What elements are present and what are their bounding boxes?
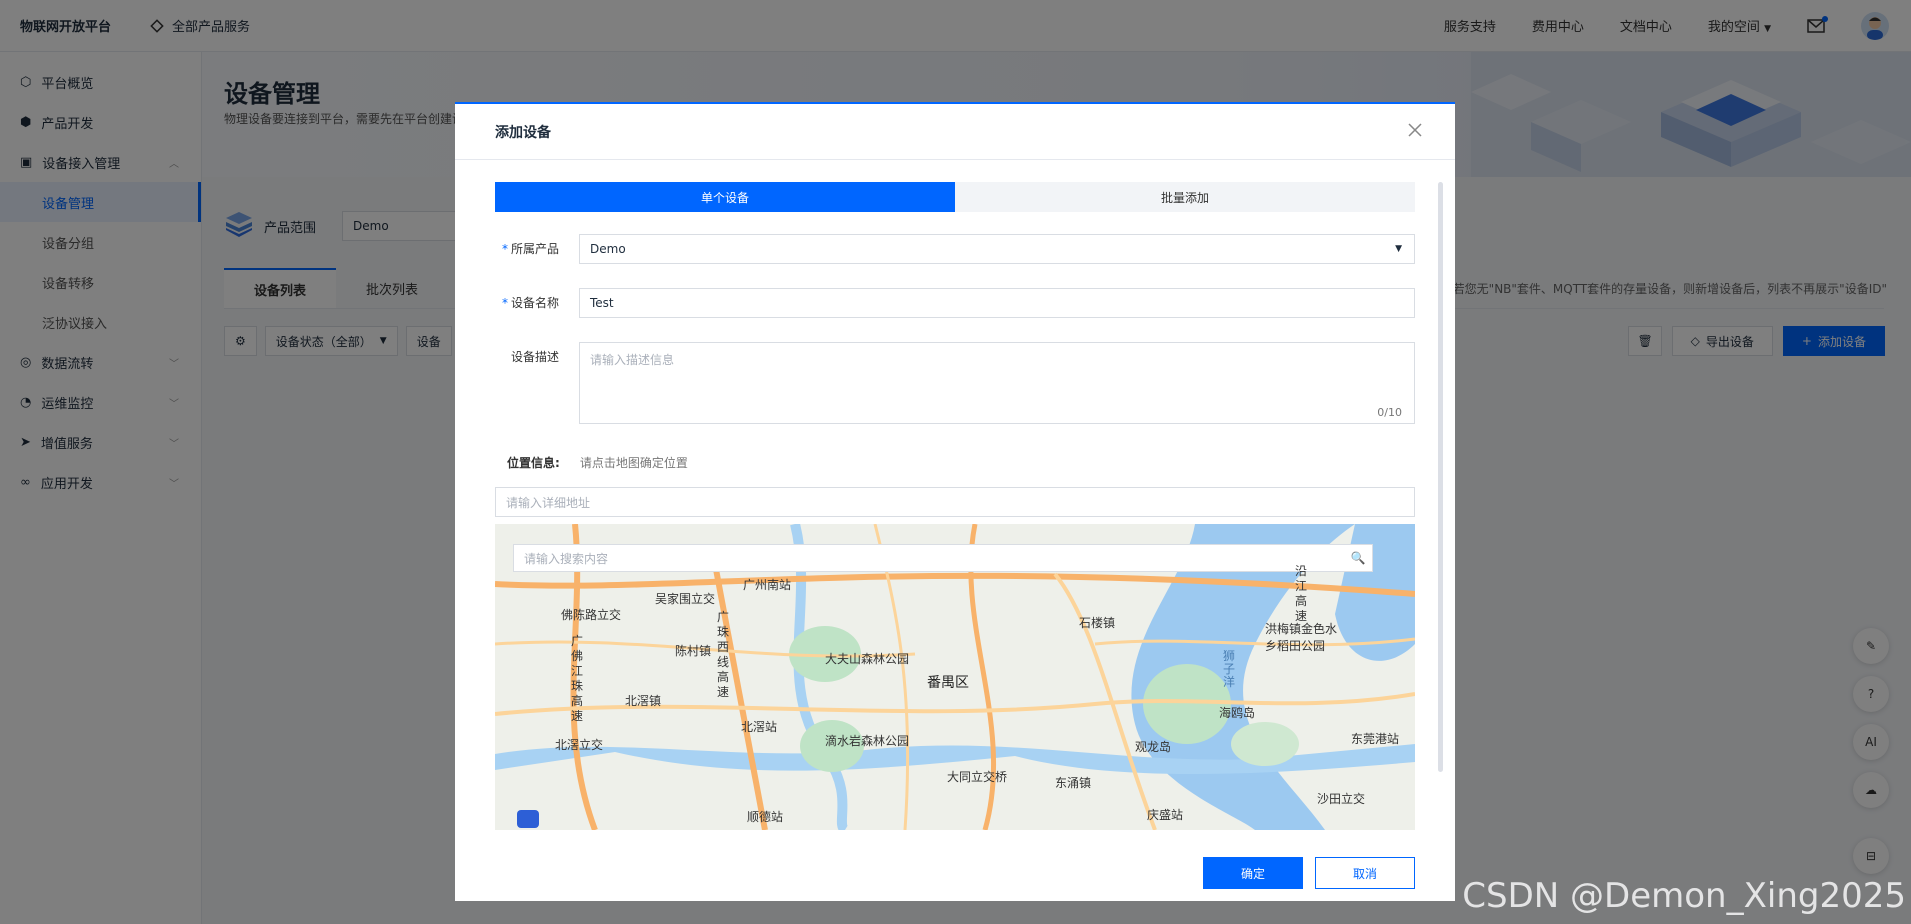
device-desc-textarea[interactable]: 请输入描述信息 0/10 [579, 342, 1415, 424]
map-label: 陈村镇 [675, 644, 712, 658]
watermark: CSDN @Demon_Xing2025 [1462, 876, 1906, 916]
dialog-footer: 确定 取消 [1203, 857, 1415, 889]
dialog-title: 添加设备 [495, 124, 551, 141]
cancel-button[interactable]: 取消 [1315, 857, 1415, 889]
map-label: 东涌镇 [1055, 776, 1092, 790]
product-select-value: Demo [590, 242, 626, 256]
confirm-button[interactable]: 确定 [1203, 857, 1303, 889]
map-label: 广佛江珠高速 [571, 634, 584, 723]
map-label: 滴水岩森林公园 [825, 734, 910, 748]
product-label: * 所属产品 [501, 242, 559, 256]
map-label: 顺德站 [747, 810, 784, 824]
location-hint: 请点击地图确定位置 [579, 456, 688, 470]
map-label: 狮子洋 [1223, 649, 1236, 689]
dialog-header: 添加设备 [455, 104, 1455, 160]
map-label: 庆盛站 [1147, 808, 1184, 822]
map-label: 大同立交桥 [947, 770, 1008, 784]
map-label: 吴家围立交 [655, 592, 716, 606]
dialog-scrollbar[interactable] [1438, 182, 1443, 772]
char-counter: 0/10 [1377, 406, 1402, 419]
map-label: 沙田立交 [1317, 792, 1366, 806]
location-row: 位置信息: 请点击地图确定位置 [495, 454, 688, 471]
product-select[interactable]: Demo ▼ [579, 234, 1415, 264]
map-label: 广州南站 [743, 578, 792, 592]
device-desc-label: 设备描述 [510, 350, 559, 364]
close-icon[interactable] [1407, 122, 1423, 142]
device-name-row: * 设备名称 Test [495, 288, 1415, 318]
map-label: 北滘镇 [625, 694, 662, 708]
tab-batch-add[interactable]: 批量添加 [955, 182, 1415, 212]
location-label: 位置信息: [507, 456, 560, 470]
add-mode-tabs: 单个设备 批量添加 [495, 182, 1415, 212]
device-name-label: * 设备名称 [501, 296, 559, 310]
location-map[interactable]: 请输入搜索内容 🔍 广州南站 吴家围立交 佛陈路立交 陈村镇 大夫山森林公园 番… [495, 524, 1415, 830]
map-label: 观龙岛 [1135, 740, 1172, 754]
add-device-dialog: 添加设备 单个设备 批量添加 * 所属产品 Demo ▼ * 设备名称 Test 设备… [455, 102, 1455, 901]
device-desc-row: 设备描述 请输入描述信息 0/10 [495, 342, 1415, 424]
map-label: 海鸥岛 [1219, 706, 1256, 720]
map-label: 东莞港站 [1351, 732, 1400, 746]
map-label: 北滘站 [741, 720, 778, 734]
map-label: 广珠西线高速 [717, 610, 730, 699]
map-search-input[interactable]: 请输入搜索内容 🔍 [513, 544, 1373, 572]
map-label: 北滘立交 [555, 738, 604, 752]
map-label: 洪梅镇金色水乡稻田公园 [1265, 622, 1338, 653]
map-label: 石楼镇 [1079, 616, 1116, 630]
map-label: 大夫山森林公园 [825, 652, 910, 666]
search-icon[interactable]: 🔍 [1344, 545, 1372, 571]
tab-single-device[interactable]: 单个设备 [495, 182, 955, 212]
device-desc-placeholder: 请输入描述信息 [590, 353, 675, 367]
caret-down-icon: ▼ [1395, 244, 1402, 254]
product-row: * 所属产品 Demo ▼ [495, 234, 1415, 264]
map-search-placeholder: 请输入搜索内容 [524, 551, 609, 566]
device-name-input[interactable]: Test [579, 288, 1415, 318]
baidu-logo-icon [517, 810, 539, 828]
map-label: 佛陈路立交 [561, 608, 622, 622]
map-label: 沿江高速 [1295, 564, 1308, 623]
map-label: 番禺区 [927, 675, 969, 691]
address-input[interactable]: 请输入详细地址 [495, 487, 1415, 517]
